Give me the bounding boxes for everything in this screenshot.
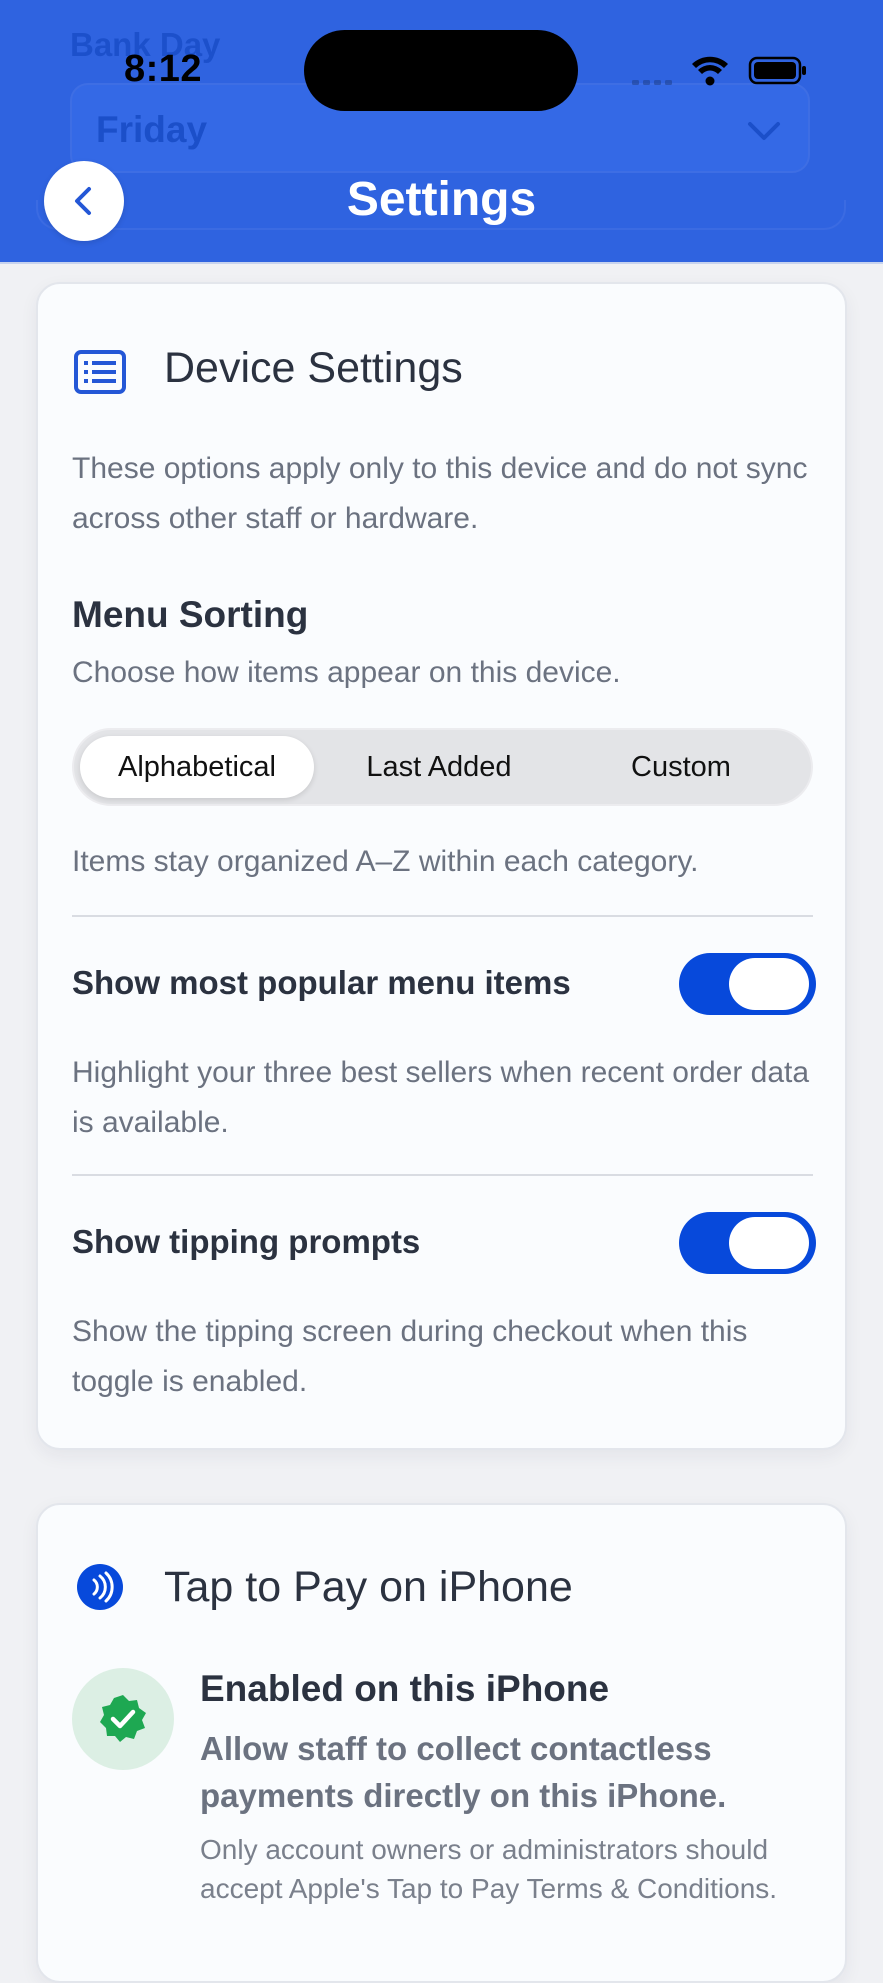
toggle-knob <box>729 958 809 1010</box>
menu-sorting-segmented-control[interactable]: Alphabetical Last Added Custom <box>72 728 813 806</box>
device-settings-card: Device Settings These options apply only… <box>36 282 847 1450</box>
sort-option-last-added[interactable]: Last Added <box>322 736 556 798</box>
status-badge <box>72 1668 174 1770</box>
toggle-knob <box>729 1217 809 1269</box>
app-header: Bank Day Friday 8:12 Settings <box>0 0 883 262</box>
signal-icon <box>632 80 672 85</box>
tap-terms-note: Only account owners or administrators sh… <box>200 1834 778 1904</box>
tap-to-pay-card: Tap to Pay on iPhone Enabled on this iPh… <box>36 1503 847 1983</box>
header-divider <box>0 262 883 264</box>
page-title: Settings <box>346 173 537 226</box>
dynamic-island <box>304 30 578 111</box>
tap-to-pay-title: Tap to Pay on iPhone <box>164 1563 573 1611</box>
sort-option-custom[interactable]: Custom <box>564 736 798 798</box>
list-icon <box>74 350 126 394</box>
tipping-toggle[interactable] <box>679 1212 816 1274</box>
divider <box>72 1174 813 1176</box>
tipping-description: Show the tipping screen during checkout … <box>72 1315 748 1398</box>
bank-day-select-value: Friday <box>96 109 208 150</box>
menu-sorting-subtitle: Choose how items appear on this device. <box>72 656 621 689</box>
tap-status-subtitle: Allow staff to collect contactless payme… <box>200 1730 727 1814</box>
device-settings-title: Device Settings <box>164 344 463 392</box>
menu-sorting-title: Menu Sorting <box>72 594 309 635</box>
sort-option-alphabetical[interactable]: Alphabetical <box>80 736 314 798</box>
popular-items-label: Show most popular menu items <box>72 964 571 1001</box>
tipping-label: Show tipping prompts <box>72 1223 421 1260</box>
device-settings-description: These options apply only to this device … <box>72 452 808 535</box>
tap-status-title: Enabled on this iPhone <box>200 1668 610 1709</box>
status-time: 8:12 <box>124 48 203 90</box>
contactless-icon <box>77 1564 123 1610</box>
divider <box>72 915 813 917</box>
menu-sorting-hint: Items stay organized A–Z within each cat… <box>72 845 699 878</box>
status-icons <box>632 56 806 86</box>
popular-items-toggle[interactable] <box>679 953 816 1015</box>
popular-items-description: Highlight your three best sellers when r… <box>72 1056 810 1139</box>
battery-icon <box>748 56 806 85</box>
wifi-icon <box>692 56 728 86</box>
verified-check-icon <box>100 1695 146 1742</box>
chevron-down-icon <box>748 122 780 140</box>
